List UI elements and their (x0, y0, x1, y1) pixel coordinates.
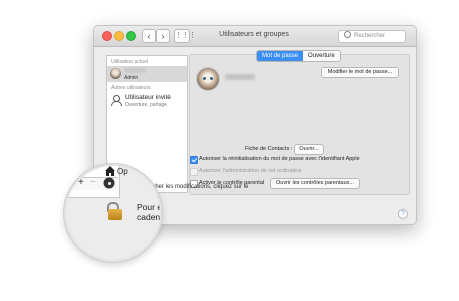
add-user-button[interactable]: + (78, 178, 84, 188)
back-button[interactable]: ‹ (142, 29, 156, 43)
contacts-card-label: Fiche de Contacts : (245, 146, 293, 152)
remove-user-button[interactable]: − (90, 178, 96, 188)
blurred-user-name (124, 68, 146, 73)
tab-login-items[interactable]: Ouverture (303, 51, 340, 61)
close-window-button[interactable] (102, 31, 112, 41)
zoom-window-button[interactable] (126, 31, 136, 41)
unlocked-padlock-icon[interactable] (107, 202, 122, 220)
show-all-grid-button[interactable]: ⋮⋮⋮ (174, 29, 196, 43)
avatar (110, 68, 121, 79)
allow-apple-id-reset-checkbox[interactable] (190, 156, 198, 164)
magnifier-overlay: Op + − Pour emp cadenas. (64, 164, 162, 262)
allow-admin-label: Autoriser l'administration de cet ordina… (199, 168, 302, 174)
magnified-lock-text-line1: Pour emp (137, 202, 162, 212)
other-users-heading: Autres utilisateurs (111, 85, 151, 91)
sidebar-item-guest-user[interactable]: Utilisateur invité Ouverture, partage (107, 92, 187, 110)
change-password-button[interactable]: Modifier le mot de passe... (321, 67, 399, 78)
current-user-heading: Utilisateur actuel (111, 59, 148, 65)
magnified-lock-text-line2: cadenas. (137, 212, 161, 222)
window-title: Utilisateurs et groupes (219, 31, 289, 38)
allow-apple-id-reset-label: Autoriser la réinitialisation du mot de … (199, 156, 360, 162)
tab-bar: Mot de passe Ouverture (256, 50, 341, 62)
user-role-label: Admin (124, 75, 139, 81)
search-field[interactable]: Rechercher (338, 30, 406, 43)
forward-button[interactable]: › (156, 29, 170, 43)
guest-user-icon (111, 95, 122, 106)
search-icon (344, 31, 351, 38)
user-picture[interactable] (196, 67, 220, 91)
gear-icon[interactable] (105, 179, 113, 187)
home-icon (105, 166, 115, 176)
open-contacts-button[interactable]: Ouvrir... (294, 144, 324, 155)
magnified-options-label: Op (117, 167, 128, 176)
tab-password[interactable]: Mot de passe (257, 51, 304, 61)
guest-user-name: Utilisateur invité (125, 94, 171, 101)
guest-user-status: Ouverture, partage (125, 102, 167, 108)
allow-admin-checkbox (190, 168, 198, 176)
minimize-window-button[interactable] (114, 31, 124, 41)
help-button[interactable]: ? (398, 209, 408, 219)
search-placeholder: Rechercher (354, 33, 386, 39)
blurred-full-name (225, 74, 255, 80)
open-parental-controls-button[interactable]: Ouvrir les contrôles parentaux... (270, 178, 360, 189)
magnified-lock-text: Pour emp cadenas. (137, 202, 162, 222)
sidebar-item-current-user[interactable]: Admin (107, 66, 187, 82)
title-bar: ‹ › ⋮⋮⋮ Utilisateurs et groupes Recherch… (94, 26, 416, 47)
